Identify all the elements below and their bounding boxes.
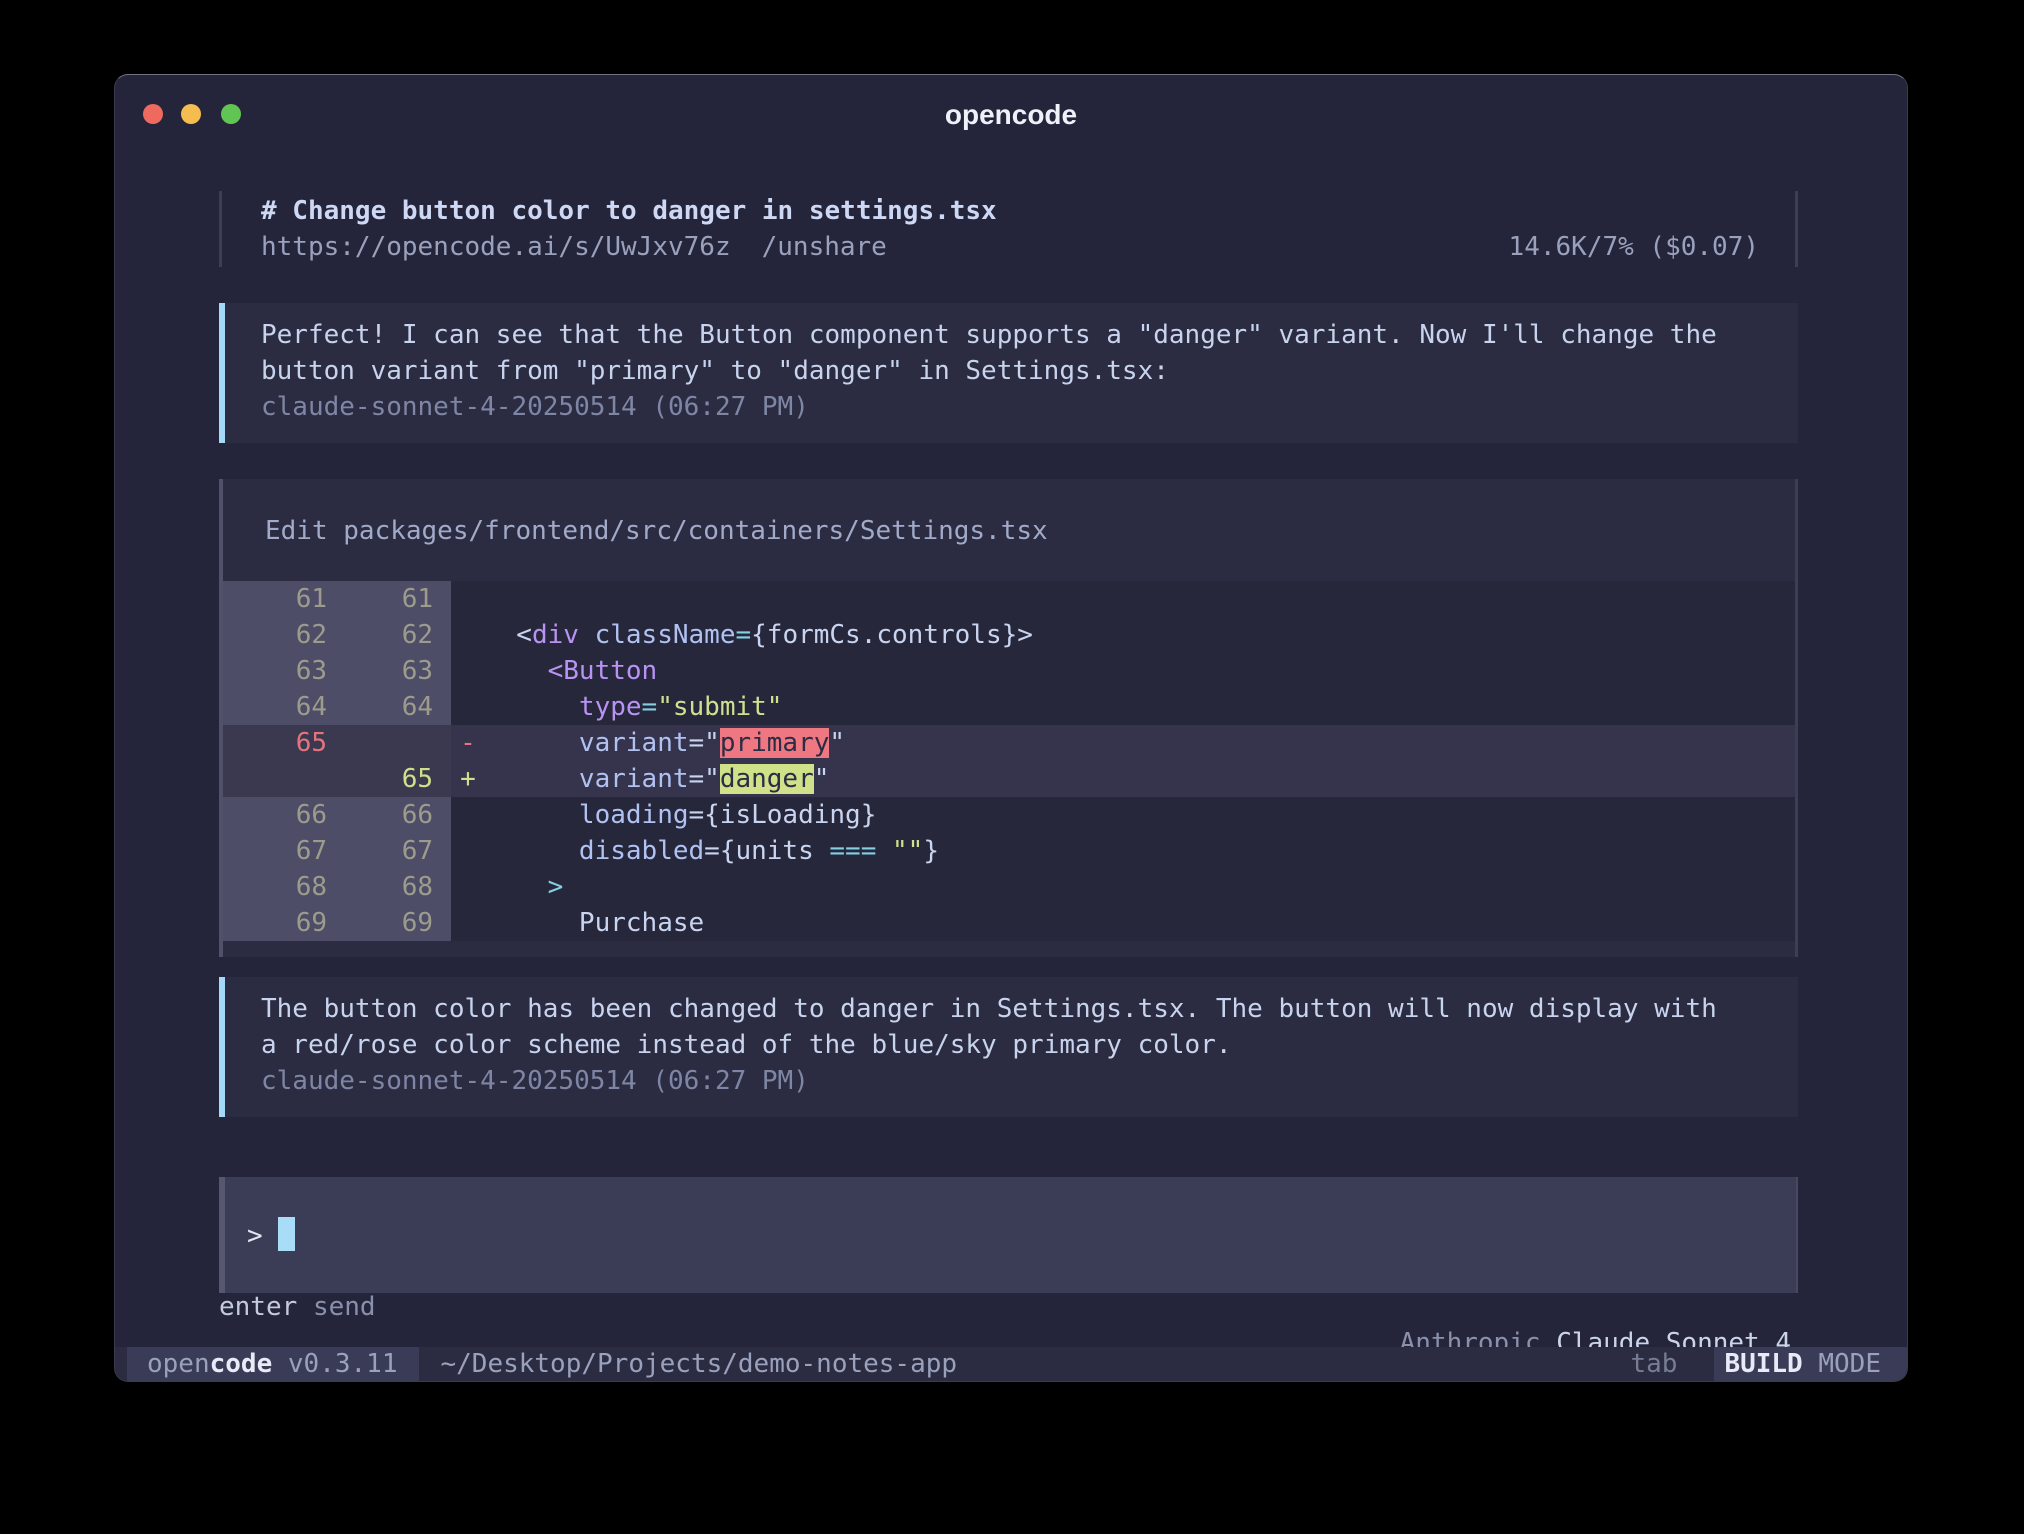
window-title: opencode [115,99,1907,131]
diff-row: 6161 [223,581,1795,617]
diff-gutter: 65 [223,761,451,797]
old-line-number: 65 [223,725,327,761]
old-line-number: 66 [223,797,327,833]
desktop-background: opencode # Change button color to danger… [0,0,2024,1534]
diff-marker [451,581,485,617]
diff-marker [451,905,485,941]
old-line-number: 63 [223,653,327,689]
edit-file-path: Edit packages/frontend/src/containers/Se… [223,479,1795,581]
app-version: v0.3.11 [288,1347,398,1381]
edit-tool-card: Edit packages/frontend/src/containers/Se… [219,479,1798,957]
new-line-number: 69 [327,905,451,941]
new-line-number: 62 [327,617,451,653]
share-url-link[interactable]: https://opencode.ai/s/UwJxv76z [261,229,731,265]
message-text-line: The button color has been changed to dan… [261,991,1778,1027]
new-line-number: 65 [327,761,451,797]
token-usage-stats: 14.6K/7% ($0.07) [1509,229,1759,265]
diff-gutter: 6161 [223,581,451,617]
diff-gutter: 6363 [223,653,451,689]
diff-gutter: 6767 [223,833,451,869]
diff-marker: - [451,725,485,761]
opencode-window: opencode # Change button color to danger… [114,74,1908,1382]
code-line: Purchase [485,905,1795,941]
new-line-number: 67 [327,833,451,869]
session-title: # Change button color to danger in setti… [261,193,1759,229]
code-line: > [485,869,1795,905]
unshare-command[interactable]: /unshare [762,229,887,265]
new-line-number [327,725,451,761]
old-line-number: 67 [223,833,327,869]
mode-chip: BUILD MODE [1714,1347,1907,1381]
code-line [485,581,1795,617]
code-line: variant="danger" [485,761,1795,797]
assistant-message: The button color has been changed to dan… [219,977,1798,1117]
diff-marker [451,797,485,833]
new-line-number: 66 [327,797,451,833]
share-line: https://opencode.ai/s/UwJxv76z /unshare … [261,229,1759,265]
diff-row: 6262 <div className={formCs.controls}> [223,617,1795,653]
old-line-number: 61 [223,581,327,617]
code-line: <Button [485,653,1795,689]
message-text-line: button variant from "primary" to "danger… [261,353,1778,389]
diff-row: 6767 disabled={units === ""} [223,833,1795,869]
prompt-input[interactable]: > [219,1177,1798,1293]
diff-marker [451,869,485,905]
code-line: disabled={units === ""} [485,833,1795,869]
brand-code: code [210,1347,273,1381]
diff-gutter: 6969 [223,905,451,941]
code-line: loading={isLoading} [485,797,1795,833]
new-line-number: 61 [327,581,451,617]
diff-gutter: 65 [223,725,451,761]
diff-row: 6363 <Button [223,653,1795,689]
old-line-number [223,761,327,797]
prompt-caret: > [247,1221,263,1251]
diff-marker [451,617,485,653]
model-indicator: Anthropic Claude Sonnet 4 [1274,1289,1798,1325]
diff-gutter: 6464 [223,689,451,725]
mode-name: BUILD [1724,1347,1802,1381]
diff-gutter: 6868 [223,869,451,905]
old-line-number: 68 [223,869,327,905]
message-model-meta: claude-sonnet-4-20250514 (06:27 PM) [261,1063,1778,1099]
working-directory: ~/Desktop/Projects/demo-notes-app [440,1347,957,1381]
code-line: <div className={formCs.controls}> [485,617,1795,653]
diff-row: 6464 type="submit" [223,689,1795,725]
brand-open: open [147,1347,210,1381]
old-line-number: 69 [223,905,327,941]
assistant-message: Perfect! I can see that the Button compo… [219,303,1798,443]
diff-row: 6666 loading={isLoading} [223,797,1795,833]
diff-row: 65+ variant="danger" [223,761,1795,797]
diff-row: 6969 Purchase [223,905,1795,941]
new-line-number: 63 [327,653,451,689]
message-model-meta: claude-sonnet-4-20250514 (06:27 PM) [261,389,1778,425]
diff-marker: + [451,761,485,797]
message-text-line: a red/rose color scheme instead of the b… [261,1027,1778,1063]
app-version-chip: opencode v0.3.11 [127,1347,419,1381]
old-line-number: 64 [223,689,327,725]
hint-row: enter send Anthropic Claude Sonnet 4 [219,1289,1798,1325]
old-line-number: 62 [223,617,327,653]
code-line: variant="primary" [485,725,1795,761]
diff-marker [451,653,485,689]
diff-row: 65 - variant="primary" [223,725,1795,761]
status-bar: opencode v0.3.11 ~/Desktop/Projects/demo… [115,1347,1907,1381]
new-line-number: 68 [327,869,451,905]
text-cursor [278,1217,295,1251]
mode-label: MODE [1818,1347,1881,1381]
code-line: type="submit" [485,689,1795,725]
new-line-number: 64 [327,689,451,725]
diff-gutter: 6666 [223,797,451,833]
diff-view: 61616262 <div className={formCs.controls… [223,581,1795,941]
diff-marker [451,689,485,725]
send-hint-label: send [313,1289,376,1325]
diff-row: 6868 > [223,869,1795,905]
message-text-line: Perfect! I can see that the Button compo… [261,317,1778,353]
enter-key-hint: enter [219,1289,297,1325]
diff-marker [451,833,485,869]
diff-gutter: 6262 [223,617,451,653]
session-header: # Change button color to danger in setti… [219,191,1798,267]
tab-key-hint: tab [1630,1347,1677,1381]
